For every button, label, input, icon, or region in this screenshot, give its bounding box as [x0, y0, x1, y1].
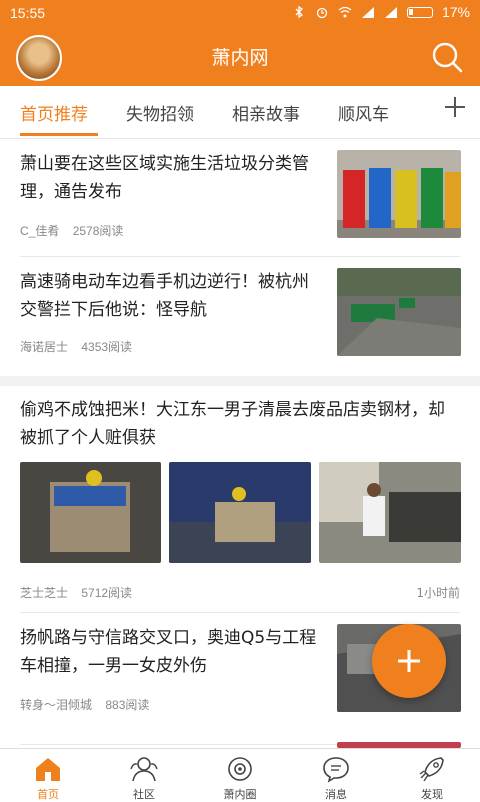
wifi-icon [338, 6, 352, 18]
article-thumbnail[interactable] [337, 150, 461, 238]
add-tab-icon[interactable] [442, 94, 468, 120]
list-item[interactable]: 偷鸡不成蚀把米！大江东一男子清晨去废品店卖钢材，却被抓了个人赃俱获 芝士芝士 5… [0, 386, 480, 610]
article-thumbnail[interactable] [20, 462, 161, 563]
page-title: 萧内网 [211, 47, 269, 69]
article-author: 海诺居士 [20, 340, 69, 354]
article-thumbnail[interactable] [319, 462, 461, 563]
list-item[interactable]: 萧山要在这些区域实施生活垃圾分类管理，通告发布 C_佳肴 2578阅读 [0, 138, 480, 250]
status-time: 15:55 [10, 5, 46, 21]
article-meta: C_佳肴 2578阅读 [20, 222, 133, 239]
nav-community[interactable]: 社区 [96, 749, 192, 801]
signal-icon [361, 7, 374, 18]
nav-messages[interactable]: 消息 [288, 749, 384, 801]
search-icon[interactable] [430, 40, 464, 74]
article-title[interactable]: 偷鸡不成蚀把米！大江东一男子清晨去废品店卖钢材，却被抓了个人赃俱获 [20, 396, 460, 452]
article-title[interactable]: 高速骑电动车边看手机边逆行！被杭州交警拦下后他说：怪导航 [20, 268, 320, 324]
active-tab-indicator [20, 133, 98, 136]
nav-circle[interactable]: 萧内圈 [192, 749, 288, 801]
rocket-icon [419, 757, 444, 782]
section-gap [0, 376, 480, 386]
app-header: 萧内网 [0, 26, 480, 86]
article-thumbnail[interactable] [337, 268, 461, 356]
bluetooth-icon [295, 5, 303, 19]
tab-lost-found[interactable]: 失物招领 [126, 100, 194, 125]
article-meta: 转身～泪倾城 883阅读 [20, 696, 159, 713]
plus-icon [398, 650, 420, 672]
article-title[interactable]: 扬帆路与守信路交叉口，奥迪Q5与工程车相撞，一男一女皮外伤 [20, 624, 320, 680]
circle-icon [228, 757, 252, 781]
article-meta: 芝士芝士 5712阅读 [20, 584, 142, 601]
tab-home-recommend[interactable]: 首页推荐 [20, 100, 88, 125]
tab-carpool[interactable]: 顺风车 [338, 100, 389, 125]
status-bar: 15:55 17% [0, 0, 480, 26]
article-reads: 4353阅读 [81, 340, 133, 354]
article-reads: 5712阅读 [81, 586, 133, 600]
nav-home[interactable]: 首页 [0, 749, 96, 801]
bottom-nav: 首页 社区 萧内圈 消息 发现 [0, 748, 480, 801]
community-icon [130, 757, 158, 782]
article-time: 1小时前 [416, 586, 460, 600]
article-author: 转身～泪倾城 [20, 698, 93, 712]
battery-icon [406, 6, 433, 18]
article-meta: 海诺居士 4353阅读 [20, 338, 142, 355]
category-tabs: 首页推荐 失物招领 相亲故事 顺风车 [0, 86, 480, 139]
battery-level: 17% [441, 4, 470, 20]
tab-dating-stories[interactable]: 相亲故事 [232, 100, 300, 125]
list-item[interactable]: 高速骑电动车边看手机边逆行！被杭州交警拦下后他说：怪导航 海诺居士 4353阅读 [0, 256, 480, 376]
message-icon [323, 757, 349, 783]
article-author: 芝士芝士 [20, 586, 69, 600]
article-reads: 883阅读 [105, 698, 150, 712]
nav-discover[interactable]: 发现 [384, 749, 480, 801]
article-thumbnail[interactable] [169, 462, 311, 563]
article-reads: 2578阅读 [72, 224, 124, 238]
article-title[interactable]: 萧山要在这些区域实施生活垃圾分类管理，通告发布 [20, 150, 320, 206]
article-author: C_佳肴 [20, 224, 60, 238]
signal-icon-2 [384, 7, 397, 18]
add-post-button[interactable] [372, 624, 446, 698]
alarm-icon [316, 7, 328, 19]
home-icon [36, 758, 60, 781]
